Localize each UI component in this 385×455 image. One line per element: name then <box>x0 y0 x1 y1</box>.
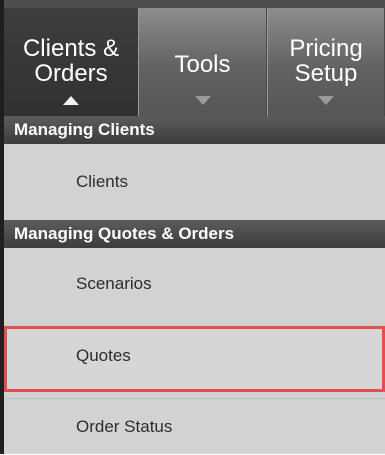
section-header-managing-quotes-orders: Managing Quotes & Orders <box>4 220 385 248</box>
menu-item-order-status[interactable]: Order Status <box>4 398 385 454</box>
menu-item-quotes[interactable]: Quotes <box>4 326 385 392</box>
tab-tools[interactable]: Tools <box>138 8 267 116</box>
tab-bar: Clients & Orders Tools Pricing Setup <box>4 0 385 116</box>
navigation-panel: Clients & Orders Tools Pricing Setup Man… <box>0 0 385 454</box>
menu-item-clients[interactable]: Clients <box>4 152 385 212</box>
section-header-managing-clients: Managing Clients <box>4 116 385 144</box>
down-arrow-icon <box>194 96 211 105</box>
tab-label: Tools <box>174 51 231 78</box>
down-arrow-icon <box>318 96 334 105</box>
tab-label: Pricing Setup <box>289 35 363 87</box>
up-arrow-icon <box>63 96 79 105</box>
tab-pricing-setup[interactable]: Pricing Setup <box>267 8 385 116</box>
menu-item-scenarios[interactable]: Scenarios <box>4 254 385 314</box>
tab-clients-orders[interactable]: Clients & Orders <box>4 8 138 116</box>
tab-label: Clients & Orders <box>22 35 120 87</box>
